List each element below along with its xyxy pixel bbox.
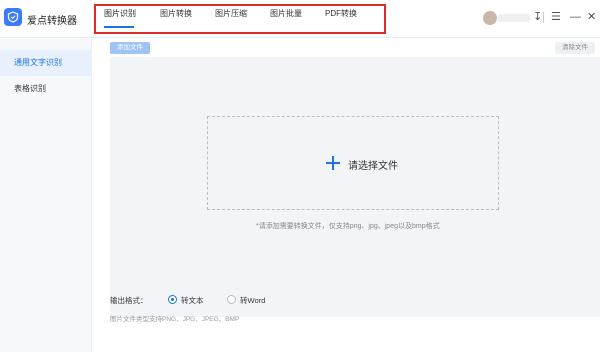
- add-file-button[interactable]: 添加文件: [110, 42, 150, 54]
- avatar[interactable]: [483, 11, 497, 25]
- sidebar-item-table-ocr[interactable]: 表格识别: [0, 76, 92, 102]
- app-title: 爱点转换器: [27, 16, 77, 27]
- main-panel: 添加文件 清除文件 请选择文件 *请添加需要转换文件，仅支持png、jpg、jp…: [93, 39, 600, 352]
- output-format-label: 输出格式：: [110, 296, 148, 305]
- radio-to-text[interactable]: [168, 295, 177, 304]
- active-tab-indicator: [104, 26, 134, 28]
- sidebar: 通用文字识别 表格识别: [0, 39, 92, 352]
- supported-types-text: 图片文件类型支持PNG、JPG、JPEG、BMP: [110, 316, 240, 323]
- close-icon[interactable]: ✕: [587, 10, 596, 24]
- menu-icon[interactable]: ☰: [551, 10, 561, 24]
- format-hint: *请添加需要转换文件，仅支持png、jpg、jpeg以及bmp格式: [256, 223, 440, 230]
- sidebar-item-general-ocr[interactable]: 通用文字识别: [0, 50, 92, 76]
- tab-image-recognition[interactable]: 图片识别: [104, 8, 136, 19]
- file-dropzone[interactable]: 请选择文件: [207, 116, 499, 210]
- file-workspace: 请选择文件 *请添加需要转换文件，仅支持png、jpg、jpeg以及bmp格式: [110, 57, 600, 317]
- plus-icon: [326, 156, 340, 170]
- dropdown-icon[interactable]: ↧: [533, 10, 542, 24]
- tab-image-compress[interactable]: 图片压缩: [215, 8, 247, 19]
- clear-file-button[interactable]: 清除文件: [555, 42, 595, 54]
- minimize-icon[interactable]: —: [570, 10, 581, 24]
- app-logo-icon: [4, 8, 22, 26]
- radio-to-word-label[interactable]: 转Word: [240, 295, 265, 306]
- username-placeholder: [498, 14, 530, 22]
- tab-pdf-convert[interactable]: PDF转换: [325, 8, 357, 19]
- dropzone-label: 请选择文件: [348, 161, 398, 172]
- tab-image-batch[interactable]: 图片批量: [270, 8, 302, 19]
- radio-to-word[interactable]: [227, 295, 236, 304]
- tab-image-convert[interactable]: 图片转换: [160, 8, 192, 19]
- divider: [543, 12, 544, 23]
- radio-to-text-label[interactable]: 转文本: [181, 295, 204, 306]
- title-bar: 爱点转换器 图片识别 图片转换 图片压缩 图片批量 PDF转换 ↧ ☰ — ✕: [0, 0, 600, 38]
